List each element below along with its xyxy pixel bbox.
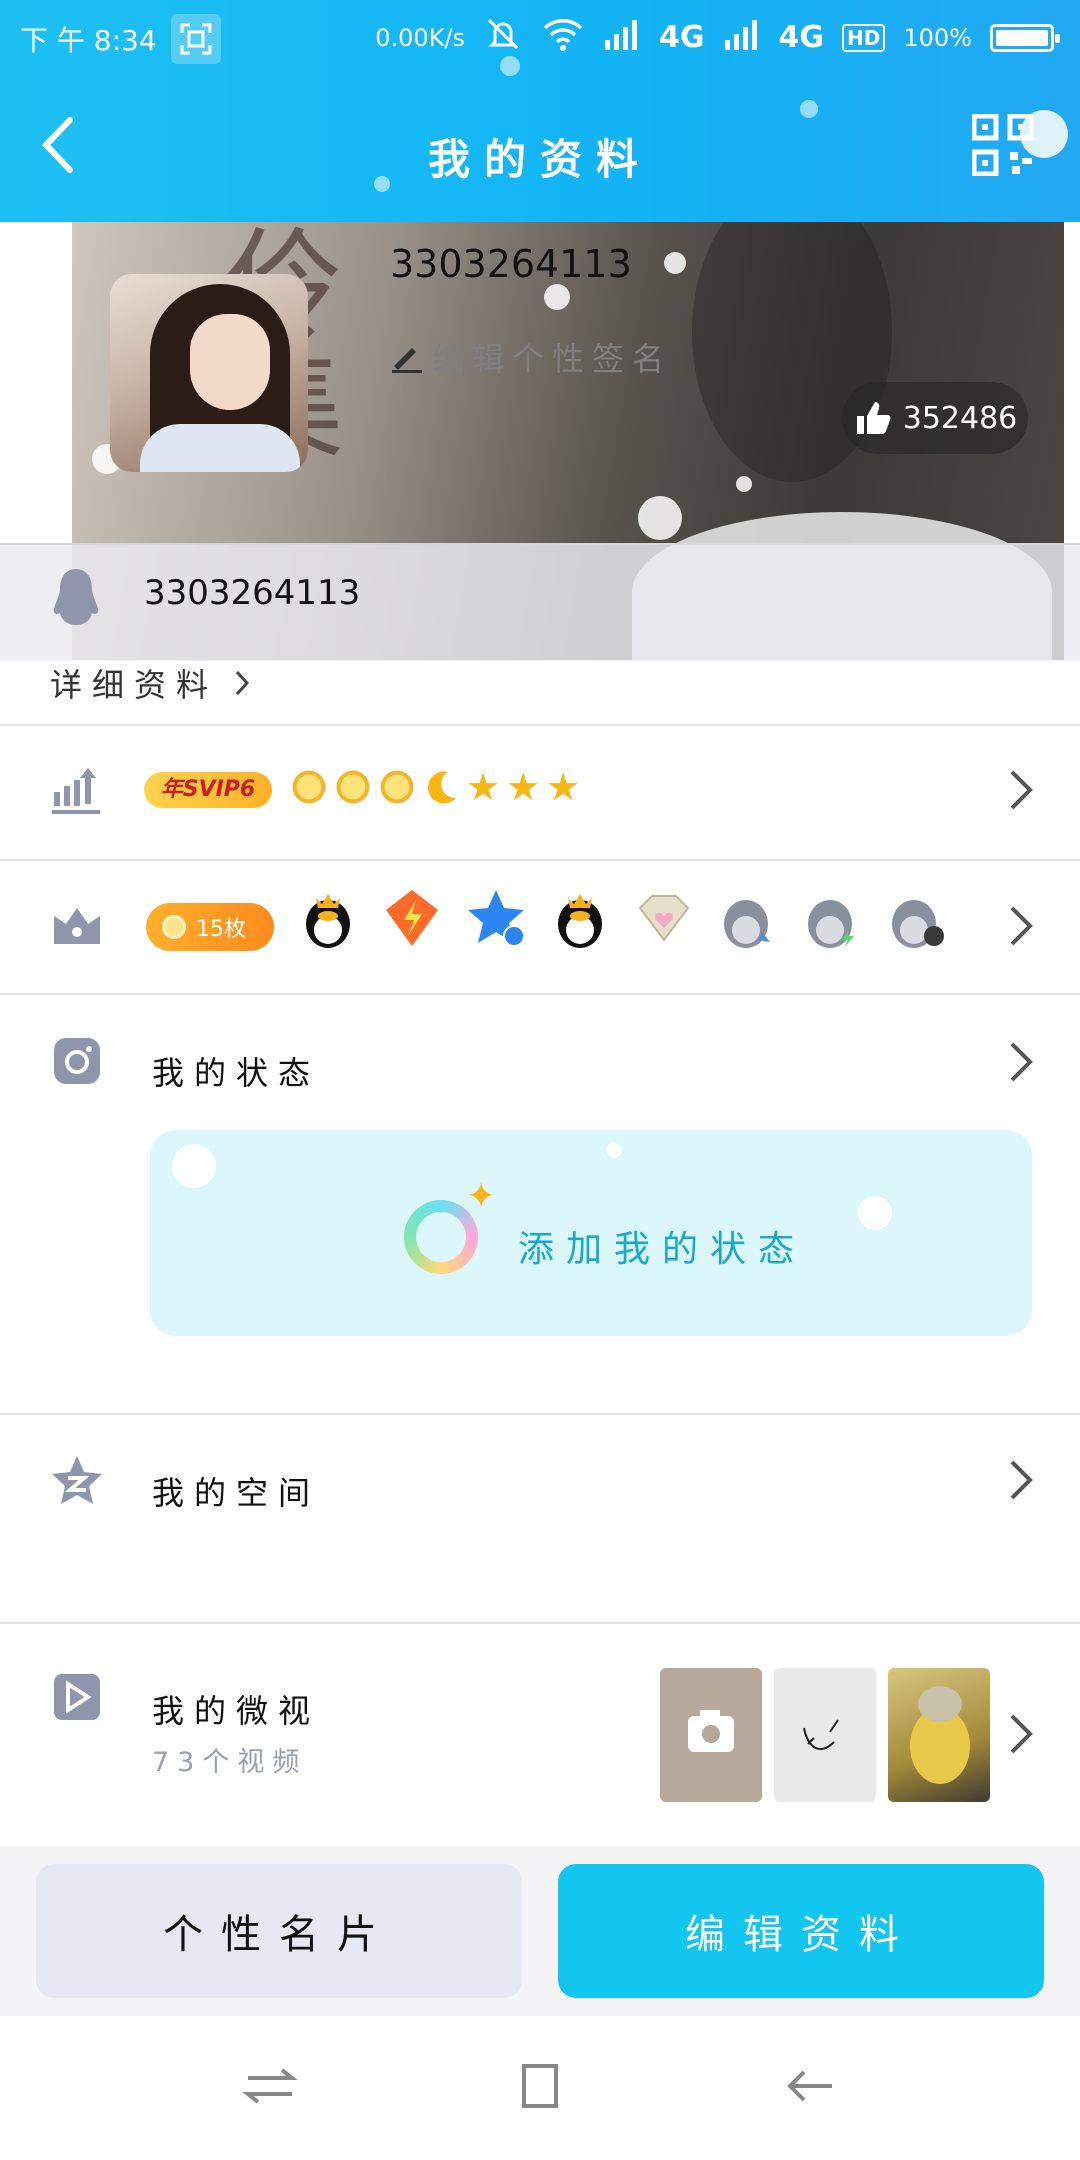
sun-icon [334, 768, 372, 806]
divider [0, 1622, 1080, 1624]
network-speed: 0.00K/s [375, 23, 466, 52]
account-row[interactable]: 3303264113 [0, 543, 1080, 661]
bottom-action-bar: 个性名片 编辑资料 [0, 1846, 1080, 2016]
moon-icon [422, 768, 460, 806]
network-type: 4G [778, 20, 825, 55]
network-type: 4G [659, 20, 705, 55]
penguin-icon [53, 569, 99, 625]
like-count: 352486 [902, 400, 1018, 436]
svip-badge: 年SVIP6 [144, 772, 272, 808]
medal-count-badge: 15枚 [146, 903, 274, 951]
video-thumbnail[interactable] [774, 1668, 876, 1802]
star-icon: ★ [546, 765, 581, 809]
space-title: 我的空间 [152, 1474, 321, 1512]
divider [0, 1413, 1080, 1415]
chevron-right-icon [235, 670, 250, 696]
cover-bubble [736, 476, 752, 492]
system-nav-bar [0, 2016, 1080, 2160]
signal-icon [603, 18, 641, 57]
qzone-star-icon [52, 1456, 102, 1504]
cover-bubble [638, 496, 682, 540]
medal-count: 15枚 [196, 917, 246, 942]
status-title: 我的状态 [152, 1054, 321, 1092]
qq-number: 3303264113 [144, 573, 361, 613]
divider [0, 993, 1080, 995]
gray-penguin-icon [716, 886, 780, 950]
gray-penguin-icon [884, 886, 948, 950]
edit-profile-button[interactable]: 编辑资料 [558, 1864, 1044, 1998]
lightning-level-icon [380, 886, 444, 950]
chevron-right-icon [1010, 1042, 1033, 1082]
signal-icon [723, 18, 761, 57]
header: 下 午 8:34 0.00K/s 4G 4G HD 100% 我的资料 [0, 0, 1080, 222]
divider [0, 859, 1080, 861]
medal-icons [296, 886, 948, 950]
profile-name: 3303264113 [390, 242, 632, 286]
decor-bubble [858, 1196, 892, 1230]
home-icon[interactable] [510, 2056, 570, 2116]
hd-badge: HD [842, 23, 886, 52]
decor-bubble [606, 1142, 622, 1158]
status-bar: 下 午 8:34 0.00K/s 4G 4G HD 100% [0, 0, 1080, 74]
star-icon: ★ [506, 765, 541, 809]
video-thumbnail[interactable] [888, 1668, 990, 1802]
mute-icon [483, 14, 523, 61]
chevron-right-icon [1010, 906, 1033, 946]
qr-code-icon [971, 113, 1035, 177]
switch-app-icon[interactable] [240, 2056, 300, 2116]
sparkle-icon: ✦ [466, 1176, 497, 1217]
back-nav-icon[interactable] [780, 2056, 840, 2116]
profile-card-button[interactable]: 个性名片 [36, 1864, 522, 1998]
sun-icon [378, 768, 416, 806]
penguin-crown-icon [548, 886, 612, 950]
wifi-icon [541, 16, 585, 59]
penguin-crown-icon [296, 886, 360, 950]
chevron-right-icon [1010, 770, 1033, 810]
blue-star-icon [464, 886, 528, 950]
level-icons: ★ ★ ★ [290, 768, 580, 806]
detail-info-link[interactable]: 详细资料 [50, 660, 250, 706]
qr-code-button[interactable] [971, 113, 1035, 177]
signature-placeholder: 编辑个性签名 [432, 340, 673, 378]
battery-percent: 100% [903, 23, 972, 52]
video-thumbnail[interactable] [660, 1668, 762, 1802]
plush-toy-icon [910, 1686, 970, 1784]
chevron-right-icon [1010, 1714, 1033, 1754]
signature-editor[interactable]: 编辑个性签名 [390, 334, 672, 380]
level-up-icon [52, 768, 100, 814]
status-time: 下 午 8:34 [20, 24, 157, 57]
decor-bubble [172, 1144, 216, 1188]
crown-icon [54, 908, 100, 944]
camera-icon [688, 1710, 734, 1752]
sun-icon [290, 768, 328, 806]
star-icon: ★ [466, 765, 501, 809]
chevron-right-icon [1010, 1460, 1033, 1500]
screenshot-icon[interactable] [170, 14, 221, 64]
battery-icon [990, 23, 1060, 52]
like-button[interactable]: 352486 [842, 382, 1028, 454]
add-status-card[interactable]: ✦ 添加我的状态 [150, 1130, 1032, 1336]
detail-info-label: 详细资料 [50, 666, 219, 704]
cover-bubble [544, 284, 570, 310]
video-play-icon [54, 1674, 100, 1720]
page-title: 我的资料 [427, 135, 652, 184]
camera-icon [54, 1038, 100, 1084]
gray-penguin-icon [800, 886, 864, 950]
nav-bar: 我的资料 [0, 74, 1080, 222]
sketch-icon [803, 1719, 839, 1750]
videos-title: 我的微视 [152, 1692, 321, 1730]
thumbs-up-icon [856, 402, 891, 434]
avatar[interactable] [110, 274, 308, 472]
cover-bubble [664, 252, 686, 274]
diamond-heart-icon [632, 886, 696, 950]
pencil-icon [392, 348, 422, 373]
add-status-label: 添加我的状态 [518, 1229, 807, 1270]
videos-count: 73个视频 [152, 1747, 308, 1778]
divider [0, 724, 1080, 726]
